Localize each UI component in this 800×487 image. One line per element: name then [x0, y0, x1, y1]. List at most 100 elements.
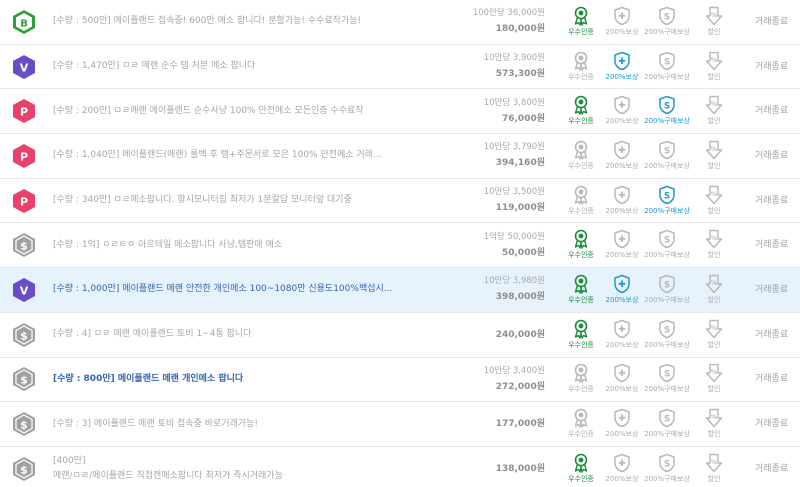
verify-badge: 우수인증 [561, 319, 601, 351]
listing-row[interactable]: B [수량 : 500만] 메이플랜드 접속중! 600만 메소 팝니다! 분할… [0, 0, 800, 45]
verify-badge: 우수인증 [561, 6, 601, 38]
shield-plus-icon [613, 6, 631, 26]
grade-s-hexagon-icon: $ [12, 232, 36, 258]
grade-s-hexagon-icon: $ [12, 366, 36, 392]
listing-title-line1[interactable]: [수량 : 4] ㅁㄹ 메랜 메이플랜드 토비 1~4통 팝니다 [53, 327, 393, 342]
badge-label: 할인 [707, 474, 721, 483]
discount-arrow-icon: % [705, 408, 723, 428]
svg-text:S: S [664, 146, 670, 156]
listing-title[interactable]: [수량 : 500만] 메이플랜드 접속중! 600만 메소 팝니다! 분할가능… [53, 0, 393, 44]
discount-arrow-icon: % [705, 453, 723, 473]
listing-title[interactable]: [수량 : 4] ㅁㄹ 메랜 메이플랜드 토비 1~4통 팝니다 [53, 313, 393, 357]
shield-s-icon: S [658, 185, 676, 205]
svg-text:%: % [711, 190, 718, 198]
listing-title-line1[interactable]: [수량 : 1,000만] 메이플랜드 메랜 안전한 개인메소 100~1080… [53, 282, 393, 297]
svg-text:$: $ [20, 419, 28, 432]
badge-label: 우수인증 [568, 161, 594, 170]
grade-v-hexagon-icon: V [12, 277, 36, 303]
price-cell: 1억당 50,000원 50,000원 [484, 223, 545, 267]
price-cell: 240,000원 [496, 313, 545, 357]
svg-text:$: $ [20, 374, 28, 387]
discount-badge: % 할인 [694, 319, 734, 351]
verify-badge: 우수인증 [561, 363, 601, 395]
listing-row[interactable]: P [수량 : 200만] ㅁㄹ메랜 메이플랜드 순수사냥 100% 안전메소 … [0, 89, 800, 135]
listing-title-line1[interactable]: [수량 : 1,040만] 메이플랜드(메랜) 룰백 후 템+주문서로 모은 1… [53, 148, 393, 163]
listing-title[interactable]: [수량 : 340만] ㅁㄹ메소팝니다. 항시모니터링 최저가 1분칼답 모니터… [53, 179, 393, 223]
total-price: 177,000원 [495, 419, 545, 430]
listing-row[interactable]: V [수량 : 1,470만] ㅁㄹ 메랜 순수 템 처분 메소 팝니다 10만… [0, 45, 800, 90]
listing-title[interactable]: [400만] 메랜/ㅁㄹ/메이플랜드 직접캔메소팝니다 최저가 즉시거래가능 [53, 447, 393, 487]
shield-s-icon: S [658, 453, 676, 473]
award-ribbon-icon [572, 140, 590, 160]
badge-label: 우수인증 [568, 474, 594, 483]
svg-text:S: S [664, 57, 670, 67]
badge-label: 할인 [707, 206, 721, 215]
svg-text:%: % [711, 145, 718, 153]
badge-label: 200%보상 [605, 474, 639, 483]
verify-badge: 우수인증 [561, 51, 601, 83]
listing-row[interactable]: V [수량 : 1,000만] 메이플랜드 메랜 안전한 개인메소 100~10… [0, 268, 800, 313]
total-price: 240,000원 [495, 329, 545, 340]
award-ribbon-icon [572, 95, 590, 115]
badge-label: 200%구매보상 [644, 430, 690, 439]
listing-title-line1[interactable]: [수량 : 340만] ㅁㄹ메소팝니다. 항시모니터링 최저가 1분칼답 모니터… [53, 193, 393, 208]
listing-title[interactable]: [수량 : 200만] ㅁㄹ메랜 메이플랜드 순수사냥 100% 안전메소 모든… [53, 89, 393, 133]
listing-row[interactable]: P [수량 : 340만] ㅁㄹ메소팝니다. 항시모니터링 최저가 1분칼답 모… [0, 179, 800, 224]
listing-title-line1[interactable]: [수량 : 1억] ㅇㄹㅌㅇ 아르테일 메소팝니다 사냥,템판매 메소 [53, 238, 393, 253]
protect-badge: 200%보상 [602, 6, 642, 38]
listing-row[interactable]: $ [400만] 메랜/ㅁㄹ/메이플랜드 직접캔메소팝니다 최저가 즉시거래가능… [0, 447, 800, 487]
discount-arrow-icon: % [705, 274, 723, 294]
grade-s-hexagon-icon: $ [12, 456, 36, 482]
listing-row[interactable]: $ [수량 : 800만] 메이플랜드 메랜 개인메소 팝니다 10만당 3,4… [0, 358, 800, 403]
listing-title-line1[interactable]: [수량 : 1,470만] ㅁㄹ 메랜 순수 템 처분 메소 팝니다 [53, 59, 393, 74]
unit-price: 10만당 3,980원 [483, 276, 545, 287]
svg-text:$: $ [20, 329, 28, 342]
listing-row[interactable]: $ [수량 : 4] ㅁㄹ 메랜 메이플랜드 토비 1~4통 팝니다 240,0… [0, 313, 800, 358]
grade-p-hexagon-icon: P [12, 98, 36, 124]
listing-row[interactable]: P [수량 : 1,040만] 메이플랜드(메랜) 룰백 후 템+주문서로 모은… [0, 134, 800, 179]
award-ribbon-icon [572, 408, 590, 428]
shield-plus-icon [613, 51, 631, 71]
listing-title[interactable]: [수량 : 800만] 메이플랜드 메랜 개인메소 팝니다 [53, 358, 393, 402]
listing-title[interactable]: [수량 : 1,000만] 메이플랜드 메랜 안전한 개인메소 100~1080… [53, 268, 393, 312]
discount-arrow-icon: % [705, 229, 723, 249]
badge-label: 200%보상 [605, 340, 639, 349]
grade-b-hexagon-icon: B [12, 9, 36, 35]
discount-badge: % 할인 [694, 140, 734, 172]
price-cell: 10만당 3,800원 76,000원 [484, 89, 545, 133]
listing-title[interactable]: [수량 : 1,470만] ㅁㄹ 메랜 순수 템 처분 메소 팝니다 [53, 45, 393, 89]
discount-arrow-icon: % [705, 95, 723, 115]
unit-price: 1억당 50,000원 [483, 231, 545, 242]
shield-s-icon: S [658, 363, 676, 383]
trade-status: 거래종료 [755, 240, 789, 251]
listing-title[interactable]: [수량 : 1억] ㅇㄹㅌㅇ 아르테일 메소팝니다 사냥,템판매 메소 [53, 223, 393, 267]
total-price: 272,000원 [495, 381, 545, 392]
svg-text:P: P [20, 150, 28, 163]
listing-title-line2[interactable]: 메랜/ㅁㄹ/메이플랜드 직접캔메소팝니다 최저가 즉시거래가능 [53, 469, 393, 484]
badge-label: 할인 [707, 430, 721, 439]
listing-row[interactable]: $ [수량 : 3] 메이플랜드 메랜 토비 접속중 바로거래가능! 177,0… [0, 402, 800, 447]
buy-protect-badge: S 200%구매보상 [644, 95, 690, 127]
listing-title-line1[interactable]: [400만] [53, 454, 393, 469]
badge-label: 우수인증 [568, 251, 594, 260]
listing-title-line1[interactable]: [수량 : 200만] ㅁㄹ메랜 메이플랜드 순수사냥 100% 안전메소 모든… [53, 104, 393, 119]
listing-title-line1[interactable]: [수량 : 3] 메이플랜드 메랜 토비 접속중 바로거래가능! [53, 417, 393, 432]
price-cell: 10만당 3,400원 272,000원 [484, 358, 545, 402]
badge-label: 200%구매보상 [644, 340, 690, 349]
svg-text:%: % [711, 368, 718, 376]
unit-price: 10만당 3,900원 [483, 53, 545, 64]
listing-title-line1[interactable]: [수량 : 800만] 메이플랜드 메랜 개인메소 팝니다 [53, 372, 393, 387]
svg-text:V: V [20, 61, 29, 74]
listing-title[interactable]: [수량 : 1,040만] 메이플랜드(메랜) 룰백 후 템+주문서로 모은 1… [53, 134, 393, 178]
badge-label: 할인 [707, 117, 721, 126]
shield-s-icon: S [658, 51, 676, 71]
grade-s-hexagon-icon: $ [12, 322, 36, 348]
verify-badge: 우수인증 [561, 229, 601, 261]
badge-label: 200%보상 [605, 117, 639, 126]
listing-title-line1[interactable]: [수량 : 500만] 메이플랜드 접속중! 600만 메소 팝니다! 분할가능… [53, 14, 393, 29]
listing-row[interactable]: $ [수량 : 1억] ㅇㄹㅌㅇ 아르테일 메소팝니다 사냥,템판매 메소 1억… [0, 223, 800, 269]
protect-badge: 200%보상 [602, 319, 642, 351]
shield-plus-icon [613, 453, 631, 473]
listing-title[interactable]: [수량 : 3] 메이플랜드 메랜 토비 접속중 바로거래가능! [53, 402, 393, 446]
buy-protect-badge: S 200%구매보상 [644, 51, 690, 83]
